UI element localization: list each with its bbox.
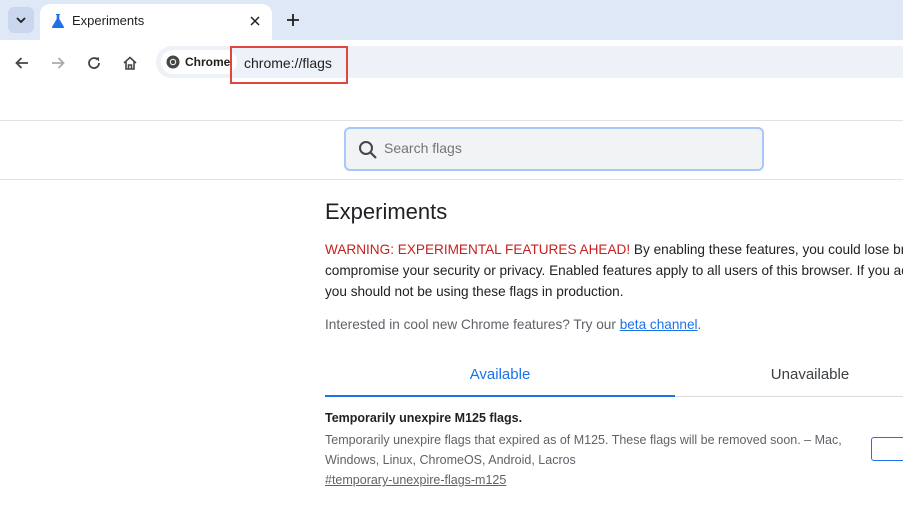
tab-close-button[interactable]: [246, 12, 264, 30]
new-tab-button[interactable]: [280, 7, 306, 33]
warning-text: WARNING: EXPERIMENTAL FEATURES AHEAD! By…: [325, 239, 903, 302]
browser-window: Experiments Chrome chrome://flags Search…: [0, 0, 903, 508]
plus-icon: [287, 14, 299, 26]
tab-available[interactable]: Available: [325, 363, 675, 397]
reload-icon: [88, 57, 100, 69]
interested-suffix: .: [697, 317, 702, 332]
home-button[interactable]: [118, 51, 142, 75]
tab-unavailable-line: [675, 396, 903, 397]
search-input[interactable]: [384, 140, 744, 156]
forward-button[interactable]: [46, 51, 70, 75]
url-highlight-box: [230, 46, 348, 84]
flag-permalink[interactable]: #temporary-unexpire-flags-m125: [325, 473, 506, 487]
flag-description: Temporarily unexpire flags that expired …: [325, 433, 842, 467]
tab-available-underline: [325, 395, 675, 397]
chip-label: Chrome: [185, 55, 231, 69]
arrow-left-icon: [15, 57, 28, 69]
tab-title: Experiments: [72, 13, 145, 28]
tab-search-button[interactable]: [8, 7, 34, 33]
interested-label: Interested in cool new Chrome features? …: [325, 317, 620, 332]
tab-strip: Experiments: [0, 0, 903, 40]
toolbar: Chrome chrome://flags: [0, 40, 903, 86]
flag-tabs: Available Unavailable: [325, 363, 903, 397]
close-icon: [250, 16, 260, 26]
tab-experiments[interactable]: Experiments: [40, 4, 272, 40]
reload-button[interactable]: [82, 51, 106, 75]
divider: [0, 120, 903, 121]
back-button[interactable]: [10, 51, 34, 75]
flask-icon: [51, 14, 65, 28]
site-info-chip[interactable]: Chrome: [161, 50, 237, 74]
chevron-down-icon: [16, 17, 26, 24]
search-icon: [359, 141, 377, 159]
divider: [0, 179, 903, 180]
flag-state-select[interactable]: [871, 437, 903, 461]
interested-text: Interested in cool new Chrome features? …: [325, 317, 701, 332]
tab-unavailable[interactable]: Unavailable: [675, 363, 903, 397]
arrow-right-icon: [52, 57, 65, 69]
warning-label: WARNING: EXPERIMENTAL FEATURES AHEAD!: [325, 242, 631, 257]
home-icon: [123, 56, 137, 70]
flag-title: Temporarily unexpire M125 flags.: [325, 411, 523, 425]
search-box[interactable]: [344, 127, 764, 171]
beta-channel-link[interactable]: beta channel: [620, 317, 698, 332]
page-title: Experiments: [325, 199, 448, 224]
chrome-logo-icon: [166, 55, 180, 69]
